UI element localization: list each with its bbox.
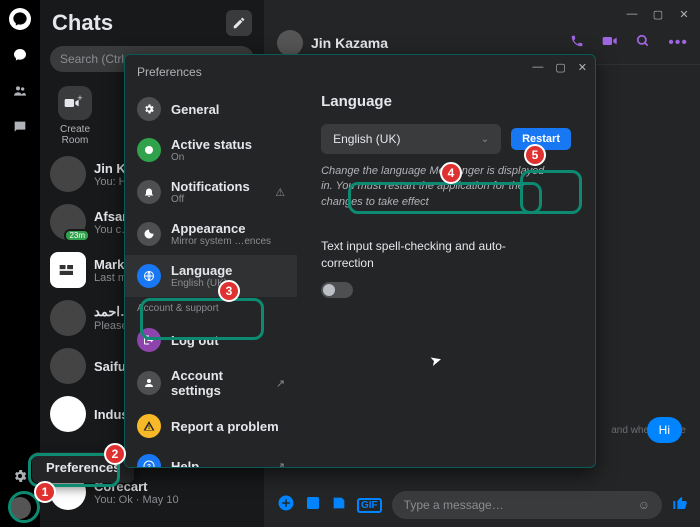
window-titlebar: — ▢ ✕: [265, 0, 700, 28]
like-icon[interactable]: [672, 495, 688, 516]
chats-tab-icon[interactable]: [9, 44, 31, 66]
dialog-maximize[interactable]: ▢: [555, 61, 565, 74]
video-call-icon[interactable]: [602, 34, 618, 52]
message-input[interactable]: Type a message… ☺: [392, 491, 662, 519]
create-room-button[interactable]: + Create Room: [40, 80, 100, 150]
messenger-icon[interactable]: [9, 8, 31, 30]
conversation-title[interactable]: Jin Kazama: [311, 35, 388, 51]
prefs-active-status[interactable]: Active statusOn: [125, 129, 297, 171]
prefs-language[interactable]: LanguageEnglish (UK): [125, 255, 297, 297]
preferences-sidebar: Preferences General Active statusOn Noti…: [125, 55, 297, 467]
window-minimize[interactable]: —: [626, 8, 638, 20]
sticker-icon[interactable]: [331, 495, 347, 516]
prefs-appearance[interactable]: AppearanceMirror system …ences: [125, 213, 297, 255]
chevron-down-icon: ⌄: [481, 134, 489, 145]
external-link-icon: ↗: [276, 377, 285, 390]
settings-gear-icon[interactable]: [9, 465, 31, 487]
preferences-panel: — ▢ ✕ Language English (UK) ⌄ Restart Ch…: [297, 55, 595, 467]
prefs-logout[interactable]: Log out: [125, 320, 297, 360]
prefs-help[interactable]: ?Help↗: [125, 446, 297, 468]
window-close[interactable]: ✕: [678, 8, 690, 21]
annotation-marker: 4: [440, 162, 462, 184]
preferences-dialog: Preferences General Active statusOn Noti…: [124, 54, 596, 468]
warning-icon: ⚠: [275, 186, 285, 199]
svg-text:?: ?: [147, 464, 151, 469]
prefs-general[interactable]: General: [125, 89, 297, 129]
language-heading: Language: [321, 93, 571, 110]
compose-button[interactable]: [226, 10, 252, 36]
window-maximize[interactable]: ▢: [652, 8, 664, 21]
image-icon[interactable]: [305, 495, 321, 516]
message-bubble: Hi: [647, 417, 682, 443]
spellcheck-toggle[interactable]: [321, 282, 353, 298]
requests-tab-icon[interactable]: [9, 116, 31, 138]
people-tab-icon[interactable]: [9, 80, 31, 102]
external-link-icon: ↗: [276, 460, 285, 469]
add-more-icon[interactable]: [277, 494, 295, 517]
spellcheck-label: Text input spell-checking and auto-corre…: [321, 238, 531, 272]
search-conversation-icon[interactable]: [636, 34, 650, 53]
current-user-avatar[interactable]: [9, 497, 31, 519]
emoji-icon[interactable]: ☺: [638, 498, 650, 512]
annotation-marker: 1: [34, 481, 56, 503]
annotation-marker: 5: [524, 144, 546, 166]
call-icon[interactable]: [570, 34, 584, 53]
chats-heading: Chats: [52, 10, 113, 36]
more-options-icon[interactable]: •••: [668, 34, 688, 52]
language-select[interactable]: English (UK) ⌄: [321, 124, 501, 154]
header-avatar[interactable]: [277, 30, 303, 56]
prefs-report-problem[interactable]: Report a problem: [125, 406, 297, 446]
dialog-close[interactable]: ✕: [578, 61, 587, 74]
gif-icon[interactable]: GIF: [357, 498, 382, 513]
prefs-notifications[interactable]: NotificationsOff⚠: [125, 171, 297, 213]
dialog-minimize[interactable]: —: [532, 61, 543, 74]
language-hint: Change the language Messenger is display…: [321, 164, 546, 210]
annotation-marker: 2: [104, 443, 126, 465]
annotation-marker: 3: [218, 280, 240, 302]
prefs-account-settings[interactable]: Account settings↗: [125, 360, 297, 406]
nav-rail: [0, 0, 40, 527]
